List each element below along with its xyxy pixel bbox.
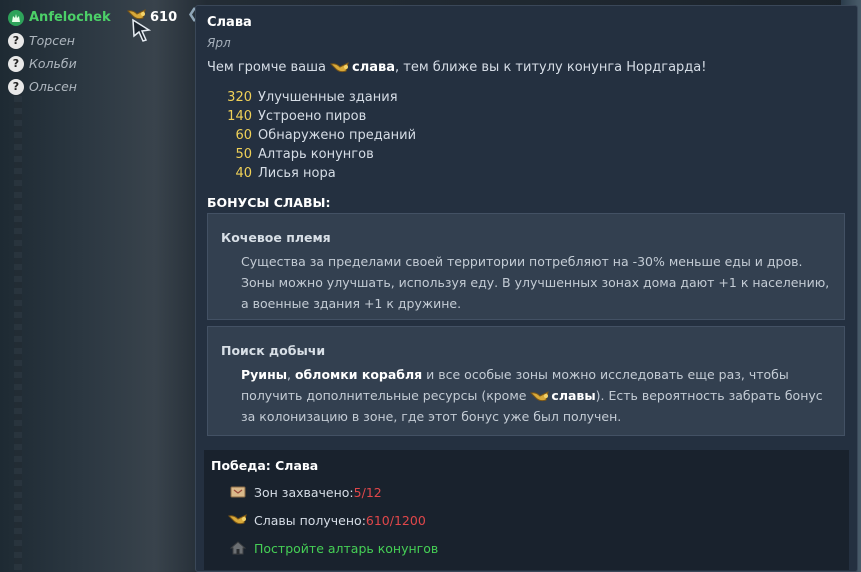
victory-fame-row: Славы получено: 610/1200 <box>228 512 426 528</box>
question-icon: ? <box>8 32 24 49</box>
zones-label: Зон захвачено: <box>254 484 354 500</box>
victory-section: Победа: Слава Зон захвачено: 5/12 Славы … <box>204 450 849 570</box>
wolf-clan-icon <box>8 9 24 26</box>
source-value: 50 <box>235 147 252 162</box>
source-label: Алтарь конунгов <box>258 147 374 162</box>
player-name: Ольсен <box>29 79 77 94</box>
bonus-keyword-wreck: обломки корабля <box>294 367 423 382</box>
victory-altar-row: Постройте алтарь конунгов <box>228 540 438 556</box>
list-item: 60 Обнаружено преданий <box>224 126 416 145</box>
bonus-text-sep: , <box>287 367 295 382</box>
list-item: 320 Улучшенные здания <box>224 88 416 107</box>
intro-fame-word: слава <box>352 60 395 75</box>
player-name: Кольби <box>29 56 77 71</box>
background-wall <box>14 90 22 570</box>
bonus-name: Кочевое племя <box>221 230 331 245</box>
mouse-cursor-icon <box>131 18 153 48</box>
intro-text-end: , тем ближе вы к титулу конунга Нордгард… <box>395 60 707 75</box>
player-row-olsen[interactable]: ? Ольсен <box>8 75 111 98</box>
fame-label: Славы получено: <box>254 512 366 528</box>
player-row-kolbi[interactable]: ? Кольби <box>8 52 111 75</box>
bonus-card-nomad: Кочевое племя Существа за пределами свое… <box>207 213 845 320</box>
source-value: 320 <box>227 90 252 105</box>
tooltip-title: Слава <box>207 15 252 30</box>
map-scroll-icon <box>228 484 248 500</box>
bonus-description: Руины, обломки корабля и все особые зоны… <box>241 364 831 427</box>
source-label: Устроено пиров <box>258 109 367 124</box>
bonus-card-loot: Поиск добычи Руины, обломки корабля и вс… <box>207 326 845 436</box>
source-value: 60 <box>235 128 252 143</box>
bonus-description: Существа за пределами своей территории п… <box>241 254 830 311</box>
player-name: Anfelochek <box>29 10 111 25</box>
fame-horn-icon <box>330 61 350 75</box>
player-name: Торсен <box>29 33 75 48</box>
question-icon: ? <box>8 78 24 95</box>
altar-objective: Постройте алтарь конунгов <box>254 540 439 556</box>
intro-text-start: Чем громче ваша <box>207 60 326 75</box>
source-label: Обнаружено преданий <box>258 128 417 143</box>
tooltip-intro: Чем громче ваша слава , тем ближе вы к т… <box>207 60 706 75</box>
source-value: 40 <box>235 166 252 181</box>
player-row-torsen[interactable]: ? Торсен <box>8 29 111 52</box>
zones-value: 5/12 <box>353 484 382 500</box>
altar-house-icon <box>228 540 248 556</box>
list-item: 140 Устроено пиров <box>224 107 416 126</box>
source-label: Улучшенные здания <box>258 90 398 105</box>
player-row-self[interactable]: Anfelochek <box>8 6 111 29</box>
players-list: Anfelochek ? Торсен ? Кольби ? Ольсен <box>8 6 111 98</box>
source-label: Лисья нора <box>258 166 336 181</box>
question-icon: ? <box>8 55 24 72</box>
list-item: 50 Алтарь конунгов <box>224 145 416 164</box>
bonus-name: Поиск добычи <box>221 343 326 358</box>
victory-zones-row: Зон захвачено: 5/12 <box>228 484 382 500</box>
bonuses-heading: БОНУСЫ СЛАВЫ: <box>207 195 331 210</box>
source-value: 140 <box>227 109 252 124</box>
bonus-keyword-fame: славы <box>551 388 596 403</box>
victory-title: Победа: Слава <box>211 458 319 473</box>
tooltip-subtitle: Ярл <box>207 36 231 50</box>
fame-progress-value: 610/1200 <box>365 512 426 528</box>
fame-horn-icon <box>530 390 550 404</box>
fame-horn-icon <box>228 512 248 528</box>
fame-tooltip-panel: Слава Ярл Чем громче ваша слава , тем бл… <box>195 5 858 572</box>
fame-value: 610 <box>150 9 178 25</box>
bonus-keyword-ruins: Руины <box>241 367 288 382</box>
list-item: 40 Лисья нора <box>224 164 416 183</box>
fame-sources-list: 320 Улучшенные здания 140 Устроено пиров… <box>224 88 416 183</box>
